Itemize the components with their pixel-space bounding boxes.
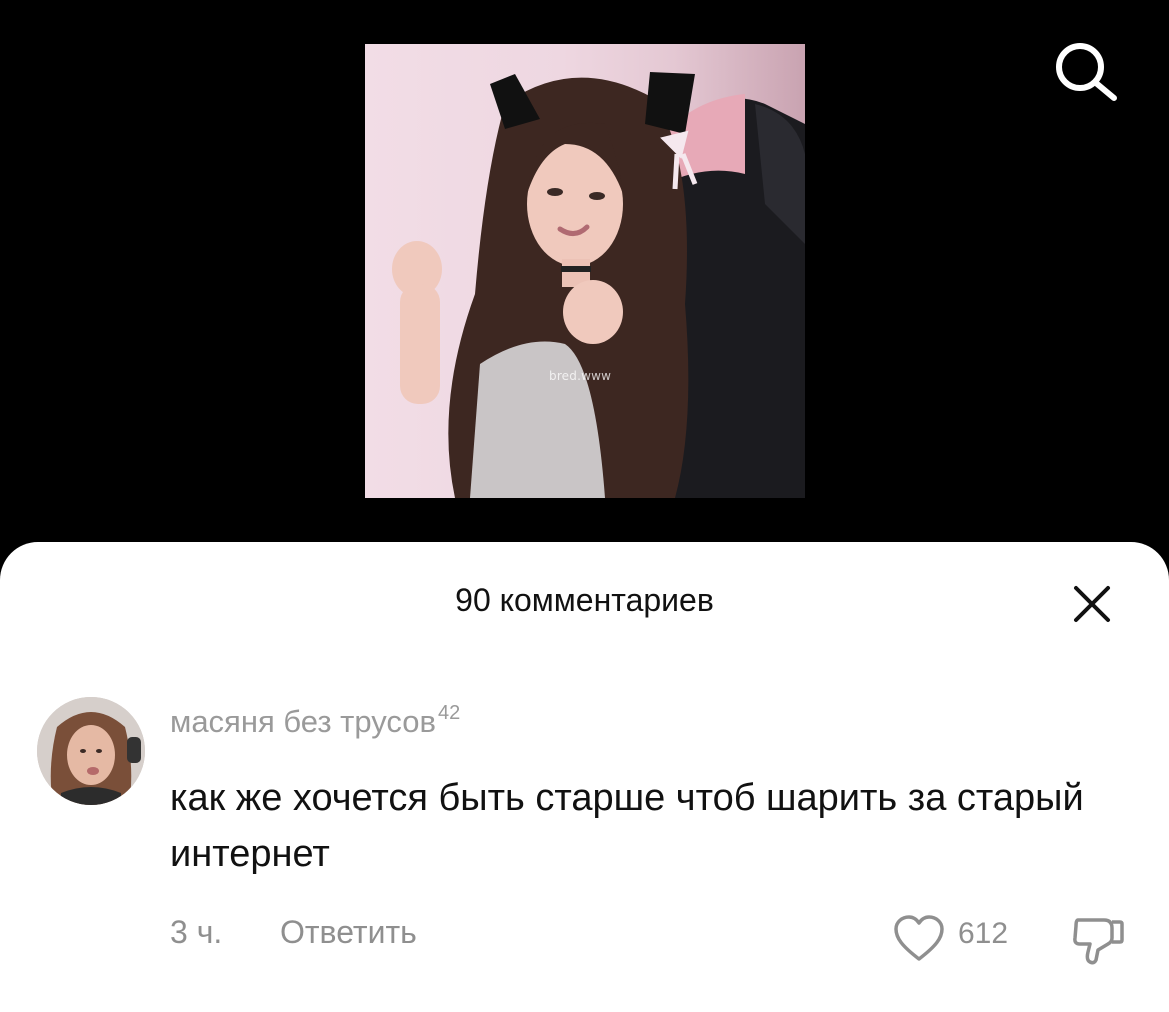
thumbs-down-icon (1073, 918, 1124, 965)
heart-icon (894, 915, 944, 961)
comment-text: как же хочется быть старше чтоб шарить з… (170, 777, 1084, 875)
comments-sheet: 90 комментариев масяня без трусов 42 как … (0, 542, 1169, 1012)
comment-author-avatar[interactable] (37, 697, 145, 805)
author-name-text: масяня без трусов (170, 704, 436, 739)
search-button[interactable] (1050, 40, 1124, 104)
search-icon (1056, 43, 1117, 101)
video-frame-illustration (392, 72, 805, 498)
video-thumbnail[interactable]: bred.www (365, 44, 805, 498)
comments-count-title: 90 комментариев (455, 582, 714, 618)
author-badge: 42 (437, 702, 461, 724)
close-icon (1074, 586, 1110, 622)
close-button[interactable] (1070, 582, 1114, 626)
like-button[interactable] (892, 914, 946, 964)
video-area[interactable]: bred.www (0, 0, 1169, 560)
reply-button[interactable]: Ответить (280, 914, 417, 951)
avatar-image (37, 697, 145, 805)
dislike-button[interactable] (1070, 912, 1126, 966)
comment-author-name[interactable]: масяня без трусов 42 (170, 702, 461, 740)
like-count: 612 (958, 917, 1009, 950)
comment-time: 3 ч. (170, 914, 223, 950)
watermark-text: bred.www (549, 369, 612, 383)
